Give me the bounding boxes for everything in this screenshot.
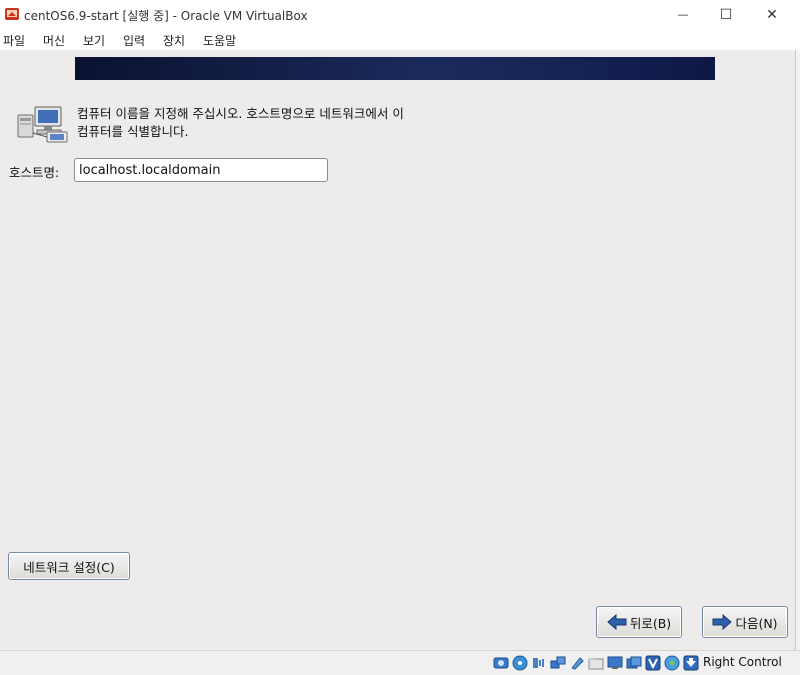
menu-bar: 파일 머신 보기 입력 장치 도움말 [0,29,800,50]
next-button[interactable]: 다음(N) [702,606,788,638]
minimize-icon: — [677,8,689,21]
hostname-description: 컴퓨터 이름을 지정해 주십시오. 호스트명으로 네트워크에서 이 컴퓨터를 식… [77,106,404,139]
maximize-button[interactable]: ☐ [703,0,749,29]
window-title: centOS6.9-start [실행 중] - Oracle VM Virtu… [24,9,308,23]
virtualbox-app-icon[interactable] [4,6,20,22]
hard-disk-icon[interactable] [493,655,509,671]
shared-folder-icon[interactable] [588,655,604,671]
recording-icon[interactable] [626,655,642,671]
hostname-label: 호스트명: [9,165,60,180]
audio-icon[interactable] [531,655,547,671]
network-settings-button[interactable]: 네트워크 설정(C) [8,552,130,580]
usb-icon[interactable] [569,655,585,671]
close-button[interactable]: ✕ [749,0,795,29]
background-window-edge [795,50,800,650]
installer-banner [75,57,715,80]
host-key-arrow-icon[interactable] [683,655,699,671]
title-bar: centOS6.9-start [실행 중] - Oracle VM Virtu… [0,0,800,29]
display-icon[interactable] [607,655,623,671]
next-button-label: 다음(N) [735,615,778,631]
menu-view[interactable]: 보기 [83,32,105,49]
hostname-input[interactable] [74,158,328,182]
host-key-label: Right Control [703,655,782,669]
menu-file[interactable]: 파일 [3,32,25,49]
back-button-label: 뒤로(B) [629,615,672,631]
minimize-button[interactable]: — [660,0,706,29]
vm-display[interactable]: 컴퓨터 이름을 지정해 주십시오. 호스트명으로 네트워크에서 이 컴퓨터를 식… [0,50,795,650]
network-icon[interactable] [550,655,566,671]
menu-help[interactable]: 도움말 [203,32,236,49]
menu-input[interactable]: 입력 [123,32,145,49]
optical-drive-icon[interactable] [512,655,528,671]
close-icon: ✕ [766,6,778,23]
arrow-left-icon [607,614,627,630]
menu-devices[interactable]: 장치 [163,32,185,49]
arrow-right-icon [712,614,733,630]
back-button[interactable]: 뒤로(B) [596,606,682,638]
status-bar: Right Control [0,650,800,675]
menu-machine[interactable]: 머신 [43,32,65,49]
network-computers-icon [17,106,68,143]
virtualization-icon[interactable] [645,655,661,671]
mouse-integration-icon[interactable] [664,655,680,671]
maximize-icon: ☐ [719,6,733,23]
